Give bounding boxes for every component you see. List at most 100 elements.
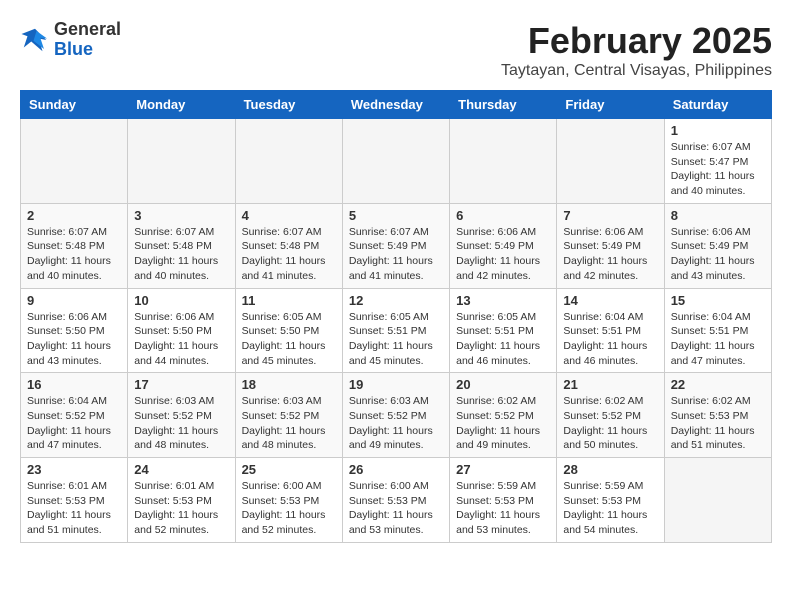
day-info: Sunrise: 6:01 AM Sunset: 5:53 PM Dayligh… xyxy=(27,479,121,538)
day-number: 14 xyxy=(563,293,657,308)
calendar-cell: 3 Sunrise: 6:07 AM Sunset: 5:48 PM Daylig… xyxy=(128,203,235,288)
day-info: Sunrise: 6:07 AM Sunset: 5:48 PM Dayligh… xyxy=(27,225,121,284)
day-info: Sunrise: 6:01 AM Sunset: 5:53 PM Dayligh… xyxy=(134,479,228,538)
calendar-week-3: 16 Sunrise: 6:04 AM Sunset: 5:52 PM Dayli… xyxy=(21,373,772,458)
calendar-header-thursday: Thursday xyxy=(450,91,557,119)
day-info: Sunrise: 6:00 AM Sunset: 5:53 PM Dayligh… xyxy=(349,479,443,538)
day-number: 13 xyxy=(456,293,550,308)
day-info: Sunrise: 5:59 AM Sunset: 5:53 PM Dayligh… xyxy=(456,479,550,538)
calendar-week-1: 2 Sunrise: 6:07 AM Sunset: 5:48 PM Daylig… xyxy=(21,203,772,288)
day-number: 2 xyxy=(27,208,121,223)
calendar-cell: 5 Sunrise: 6:07 AM Sunset: 5:49 PM Daylig… xyxy=(342,203,449,288)
day-number: 27 xyxy=(456,462,550,477)
calendar-cell: 21 Sunrise: 6:02 AM Sunset: 5:52 PM Dayli… xyxy=(557,373,664,458)
calendar-cell: 25 Sunrise: 6:00 AM Sunset: 5:53 PM Dayli… xyxy=(235,458,342,543)
day-info: Sunrise: 6:07 AM Sunset: 5:49 PM Dayligh… xyxy=(349,225,443,284)
calendar-cell: 19Sunrise: 6:03 AM Sunset: 5:52 PM Dayli… xyxy=(342,373,449,458)
day-number: 1 xyxy=(671,123,765,138)
day-info: Sunrise: 6:03 AM Sunset: 5:52 PM Dayligh… xyxy=(134,394,228,453)
calendar-cell: 13 Sunrise: 6:05 AM Sunset: 5:51 PM Dayli… xyxy=(450,288,557,373)
calendar-week-4: 23 Sunrise: 6:01 AM Sunset: 5:53 PM Dayli… xyxy=(21,458,772,543)
day-number: 5 xyxy=(349,208,443,223)
calendar-cell: 26 Sunrise: 6:00 AM Sunset: 5:53 PM Dayli… xyxy=(342,458,449,543)
day-info: Sunrise: 6:00 AM Sunset: 5:53 PM Dayligh… xyxy=(242,479,336,538)
day-number: 23 xyxy=(27,462,121,477)
calendar-table: SundayMondayTuesdayWednesdayThursdayFrid… xyxy=(20,90,772,543)
day-number: 19 xyxy=(349,377,443,392)
calendar-cell xyxy=(557,119,664,204)
calendar-cell: 12 Sunrise: 6:05 AM Sunset: 5:51 PM Dayli… xyxy=(342,288,449,373)
day-info: Sunrise: 6:04 AM Sunset: 5:52 PM Dayligh… xyxy=(27,394,121,453)
day-number: 10 xyxy=(134,293,228,308)
day-number: 25 xyxy=(242,462,336,477)
title-section: February 2025 Taytayan, Central Visayas,… xyxy=(501,20,772,80)
day-info: Sunrise: 6:06 AM Sunset: 5:50 PM Dayligh… xyxy=(27,310,121,369)
day-number: 4 xyxy=(242,208,336,223)
calendar-cell: 10 Sunrise: 6:06 AM Sunset: 5:50 PM Dayli… xyxy=(128,288,235,373)
calendar-cell xyxy=(450,119,557,204)
calendar-header-sunday: Sunday xyxy=(21,91,128,119)
calendar-cell: 8Sunrise: 6:06 AM Sunset: 5:49 PM Daylig… xyxy=(664,203,771,288)
day-number: 16 xyxy=(27,377,121,392)
logo-bird-icon xyxy=(20,25,50,55)
calendar-header-saturday: Saturday xyxy=(664,91,771,119)
day-info: Sunrise: 6:02 AM Sunset: 5:52 PM Dayligh… xyxy=(563,394,657,453)
month-title: February 2025 xyxy=(501,20,772,62)
day-info: Sunrise: 6:02 AM Sunset: 5:52 PM Dayligh… xyxy=(456,394,550,453)
calendar-cell: 6 Sunrise: 6:06 AM Sunset: 5:49 PM Daylig… xyxy=(450,203,557,288)
day-info: Sunrise: 6:07 AM Sunset: 5:48 PM Dayligh… xyxy=(134,225,228,284)
page-header: General Blue February 2025 Taytayan, Cen… xyxy=(20,20,772,80)
calendar-header-friday: Friday xyxy=(557,91,664,119)
calendar-header-wednesday: Wednesday xyxy=(342,91,449,119)
day-info: Sunrise: 6:06 AM Sunset: 5:49 PM Dayligh… xyxy=(563,225,657,284)
logo-general: General xyxy=(54,20,121,40)
day-info: Sunrise: 6:07 AM Sunset: 5:47 PM Dayligh… xyxy=(671,140,765,199)
day-number: 3 xyxy=(134,208,228,223)
calendar-cell: 1 Sunrise: 6:07 AM Sunset: 5:47 PM Daylig… xyxy=(664,119,771,204)
day-number: 17 xyxy=(134,377,228,392)
calendar-cell: 11Sunrise: 6:05 AM Sunset: 5:50 PM Dayli… xyxy=(235,288,342,373)
day-info: Sunrise: 6:05 AM Sunset: 5:51 PM Dayligh… xyxy=(349,310,443,369)
day-info: Sunrise: 5:59 AM Sunset: 5:53 PM Dayligh… xyxy=(563,479,657,538)
day-number: 24 xyxy=(134,462,228,477)
day-info: Sunrise: 6:07 AM Sunset: 5:48 PM Dayligh… xyxy=(242,225,336,284)
day-number: 6 xyxy=(456,208,550,223)
day-info: Sunrise: 6:04 AM Sunset: 5:51 PM Dayligh… xyxy=(563,310,657,369)
calendar-cell: 16 Sunrise: 6:04 AM Sunset: 5:52 PM Dayli… xyxy=(21,373,128,458)
day-info: Sunrise: 6:06 AM Sunset: 5:50 PM Dayligh… xyxy=(134,310,228,369)
calendar-cell: 27 Sunrise: 5:59 AM Sunset: 5:53 PM Dayli… xyxy=(450,458,557,543)
day-number: 20 xyxy=(456,377,550,392)
day-number: 21 xyxy=(563,377,657,392)
day-number: 28 xyxy=(563,462,657,477)
calendar-cell: 2 Sunrise: 6:07 AM Sunset: 5:48 PM Daylig… xyxy=(21,203,128,288)
day-number: 18 xyxy=(242,377,336,392)
calendar-cell xyxy=(342,119,449,204)
logo-text: General Blue xyxy=(54,20,121,60)
day-number: 12 xyxy=(349,293,443,308)
day-info: Sunrise: 6:05 AM Sunset: 5:50 PM Dayligh… xyxy=(242,310,336,369)
day-info: Sunrise: 6:05 AM Sunset: 5:51 PM Dayligh… xyxy=(456,310,550,369)
calendar-cell: 7 Sunrise: 6:06 AM Sunset: 5:49 PM Daylig… xyxy=(557,203,664,288)
calendar-cell xyxy=(664,458,771,543)
day-info: Sunrise: 6:04 AM Sunset: 5:51 PM Dayligh… xyxy=(671,310,765,369)
location-title: Taytayan, Central Visayas, Philippines xyxy=(501,62,772,80)
logo: General Blue xyxy=(20,20,121,60)
day-info: Sunrise: 6:03 AM Sunset: 5:52 PM Dayligh… xyxy=(242,394,336,453)
calendar-cell: 23 Sunrise: 6:01 AM Sunset: 5:53 PM Dayli… xyxy=(21,458,128,543)
calendar-cell: 22 Sunrise: 6:02 AM Sunset: 5:53 PM Dayli… xyxy=(664,373,771,458)
day-number: 9 xyxy=(27,293,121,308)
calendar-header-monday: Monday xyxy=(128,91,235,119)
day-number: 26 xyxy=(349,462,443,477)
calendar-cell xyxy=(235,119,342,204)
calendar-cell: 14 Sunrise: 6:04 AM Sunset: 5:51 PM Dayli… xyxy=(557,288,664,373)
day-info: Sunrise: 6:02 AM Sunset: 5:53 PM Dayligh… xyxy=(671,394,765,453)
calendar-week-0: 1 Sunrise: 6:07 AM Sunset: 5:47 PM Daylig… xyxy=(21,119,772,204)
calendar-cell: 28 Sunrise: 5:59 AM Sunset: 5:53 PM Dayli… xyxy=(557,458,664,543)
day-number: 7 xyxy=(563,208,657,223)
calendar-header-tuesday: Tuesday xyxy=(235,91,342,119)
calendar-cell: 20 Sunrise: 6:02 AM Sunset: 5:52 PM Dayli… xyxy=(450,373,557,458)
day-number: 22 xyxy=(671,377,765,392)
logo-blue: Blue xyxy=(54,40,121,60)
day-number: 8 xyxy=(671,208,765,223)
day-info: Sunrise: 6:06 AM Sunset: 5:49 PM Dayligh… xyxy=(456,225,550,284)
